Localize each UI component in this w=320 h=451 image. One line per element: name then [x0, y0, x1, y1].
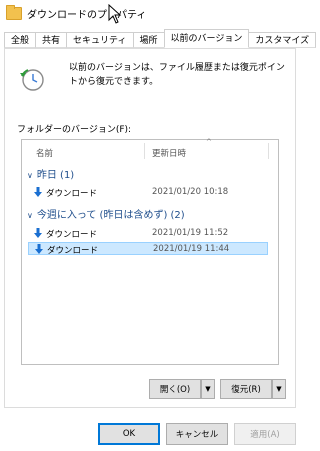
download-arrow-icon: [35, 244, 43, 254]
open-dropdown-arrow-icon[interactable]: ▼: [201, 379, 215, 399]
restore-dropdown-arrow-icon[interactable]: ▼: [272, 379, 286, 399]
list-item[interactable]: ダウンロード 2021/01/20 10:18: [28, 186, 268, 199]
cancel-button[interactable]: キャンセル: [166, 423, 228, 445]
window-title: ダウンロードのプロパティ: [27, 9, 147, 21]
folder-icon: [6, 4, 22, 20]
tab-customize[interactable]: カスタマイズ: [248, 32, 317, 48]
column-separator: [268, 143, 269, 159]
open-button[interactable]: 開く(O): [149, 379, 201, 399]
restore-clock-icon: [20, 69, 44, 91]
download-arrow-icon: [34, 187, 42, 197]
sort-caret-icon: ^: [206, 138, 212, 146]
item-name: ダウンロード: [46, 230, 98, 240]
column-modified-header[interactable]: 更新日時: [152, 147, 186, 159]
column-name-header[interactable]: 名前: [36, 147, 53, 159]
column-separator: [144, 143, 145, 159]
chevron-down-icon: ∨: [27, 211, 33, 220]
properties-window: ダウンロードのプロパティ 全般 共有 セキュリティ 場所 以前のバージョン カス…: [0, 0, 317, 451]
tab-previous-versions[interactable]: 以前のバージョン: [163, 29, 250, 48]
item-name: ダウンロード: [47, 246, 99, 256]
restore-button[interactable]: 復元(R): [220, 379, 272, 399]
mouse-cursor-icon: [108, 4, 122, 24]
group-label: 今週に入って (昨日は含めず) (2): [36, 210, 185, 221]
item-name: ダウンロード: [46, 189, 98, 199]
group-yesterday[interactable]: ∨ 昨日 (1): [27, 166, 74, 181]
versions-list[interactable]: 名前 ^ 更新日時 ∨ 昨日 (1) ダウンロード 2021/01/20 10:1…: [21, 138, 279, 365]
list-header: 名前 ^ 更新日時: [22, 138, 278, 162]
tab-sharing[interactable]: 共有: [35, 32, 68, 48]
group-this-week[interactable]: ∨ 今週に入って (昨日は含めず) (2): [27, 206, 185, 221]
title-bar[interactable]: ダウンロードのプロパティ: [0, 0, 300, 26]
chevron-down-icon: ∨: [27, 171, 33, 180]
tab-strip: 全般 共有 セキュリティ 場所 以前のバージョン カスタマイズ: [4, 29, 317, 48]
tab-location[interactable]: 場所: [132, 32, 165, 48]
ok-button[interactable]: OK: [98, 423, 160, 445]
apply-button[interactable]: 適用(A): [234, 423, 296, 445]
item-date: 2021/01/19 11:52: [152, 228, 229, 238]
group-label: 昨日 (1): [36, 170, 75, 181]
item-date: 2021/01/19 11:44: [153, 244, 230, 254]
panel-description: 以前のバージョンは、ファイル履歴または復元ポイントから復元できます。: [69, 63, 285, 87]
folder-versions-label: フォルダーのバージョン(F):: [17, 125, 132, 135]
download-arrow-icon: [34, 228, 42, 238]
item-date: 2021/01/20 10:18: [152, 187, 229, 197]
tab-security[interactable]: セキュリティ: [66, 32, 134, 48]
previous-versions-panel: 以前のバージョンは、ファイル履歴または復元ポイントから復元できます。 フォルダー…: [4, 48, 296, 408]
list-item-selected[interactable]: ダウンロード 2021/01/19 11:44: [28, 242, 268, 256]
tab-general[interactable]: 全般: [4, 32, 37, 48]
list-item[interactable]: ダウンロード 2021/01/19 11:52: [28, 227, 268, 240]
